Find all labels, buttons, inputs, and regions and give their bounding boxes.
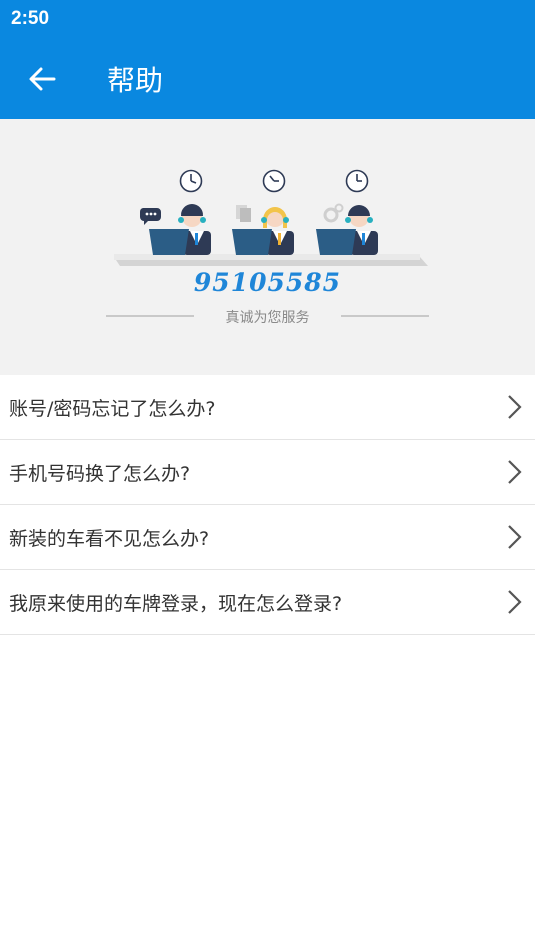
chevron-right-icon bbox=[503, 589, 525, 615]
chevron-right-icon bbox=[503, 459, 525, 485]
faq-question: 我原来使用的车牌登录，现在怎么登录? bbox=[9, 592, 343, 615]
back-button[interactable] bbox=[12, 49, 72, 109]
chevron-right-icon bbox=[503, 524, 525, 550]
customer-service-illustration bbox=[106, 169, 429, 317]
status-time: 2:50 bbox=[11, 8, 50, 29]
status-bar: 2:50 bbox=[0, 0, 535, 38]
app-bar: 帮助 bbox=[0, 38, 535, 119]
page-title: 帮助 bbox=[107, 63, 164, 97]
service-slogan: 真诚为您服务 bbox=[225, 310, 310, 326]
faq-question: 手机号码换了怎么办? bbox=[9, 462, 191, 485]
faq-item-forgot-password[interactable]: 账号/密码忘记了怎么办? bbox=[0, 375, 535, 440]
faq-item-plate-login[interactable]: 我原来使用的车牌登录，现在怎么登录? bbox=[0, 570, 535, 635]
hotline-number: 95105585 bbox=[193, 268, 342, 297]
faq-question: 账号/密码忘记了怎么办? bbox=[9, 397, 216, 420]
arrow-left-icon bbox=[29, 67, 56, 90]
faq-list: 账号/密码忘记了怎么办? 手机号码换了怎么办? 新装的车看不见怎么办? 我原来使… bbox=[0, 375, 535, 635]
chevron-right-icon bbox=[503, 394, 525, 420]
faq-item-new-car-missing[interactable]: 新装的车看不见怎么办? bbox=[0, 505, 535, 570]
help-banner: 95105585 真诚为您服务 bbox=[0, 119, 535, 375]
faq-item-phone-changed[interactable]: 手机号码换了怎么办? bbox=[0, 440, 535, 505]
faq-question: 新装的车看不见怎么办? bbox=[9, 527, 210, 550]
